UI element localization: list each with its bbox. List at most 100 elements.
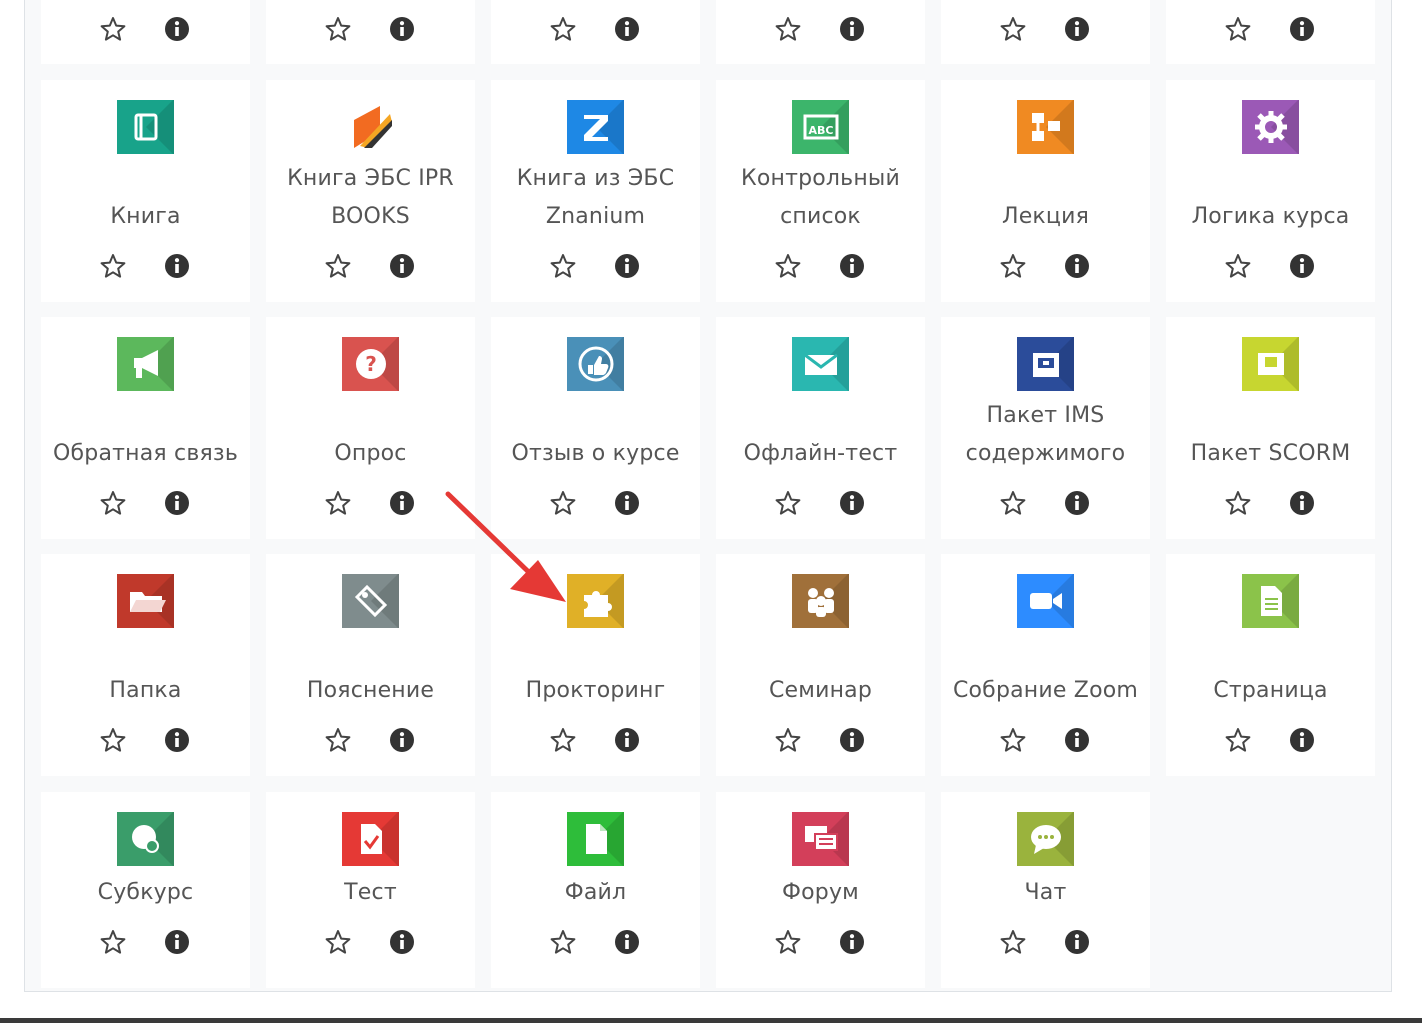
info-icon[interactable] [838, 928, 866, 956]
info-icon[interactable] [1063, 15, 1091, 43]
info-icon[interactable] [163, 928, 191, 956]
info-icon[interactable] [1063, 928, 1091, 956]
star-icon[interactable] [324, 252, 352, 280]
info-icon[interactable] [1063, 252, 1091, 280]
activity-tile[interactable]: ABC Контрольный список [716, 80, 925, 302]
star-icon[interactable] [324, 15, 352, 43]
star-icon[interactable] [774, 928, 802, 956]
activity-name: Опрос [334, 441, 407, 466]
tile-actions [716, 15, 925, 43]
info-icon[interactable] [1063, 726, 1091, 754]
star-icon[interactable] [1224, 15, 1252, 43]
info-icon[interactable] [163, 252, 191, 280]
info-icon[interactable] [613, 15, 641, 43]
activity-name: Прокторинг [525, 678, 666, 703]
info-icon[interactable] [388, 726, 416, 754]
activity-name: Контрольный список [741, 166, 900, 229]
info-icon[interactable] [613, 489, 641, 517]
star-icon[interactable] [549, 928, 577, 956]
star-icon[interactable] [324, 928, 352, 956]
activity-tile[interactable]: Субкурс [41, 792, 250, 988]
info-icon[interactable] [1288, 726, 1316, 754]
info-icon[interactable] [838, 15, 866, 43]
activity-tile[interactable]: Книга из ЭБС Znanium [491, 80, 700, 302]
star-icon[interactable] [774, 252, 802, 280]
tile-actions [266, 726, 475, 754]
star-icon[interactable] [324, 489, 352, 517]
star-icon[interactable] [774, 489, 802, 517]
star-icon[interactable] [1224, 252, 1252, 280]
star-icon[interactable] [99, 928, 127, 956]
star-icon[interactable] [774, 726, 802, 754]
star-icon[interactable] [999, 489, 1027, 517]
info-icon[interactable] [163, 726, 191, 754]
activity-tile[interactable]: ? Опрос [266, 317, 475, 539]
activity-tile-partial[interactable] [266, 0, 475, 64]
activity-tile-partial[interactable] [1166, 0, 1375, 64]
info-icon[interactable] [613, 252, 641, 280]
activity-tile[interactable]: Пакет SCORM [1166, 317, 1375, 539]
thumbs-up-icon [567, 337, 624, 391]
star-icon[interactable] [549, 726, 577, 754]
activity-tile[interactable]: Семинар [716, 554, 925, 776]
tile-actions [266, 15, 475, 43]
info-icon[interactable] [613, 726, 641, 754]
star-icon[interactable] [1224, 489, 1252, 517]
info-icon[interactable] [1288, 252, 1316, 280]
activity-tile[interactable]: Обратная связь [41, 317, 250, 539]
checklist-abc-icon: ABC [792, 100, 849, 154]
activity-tile[interactable]: Пояснение [266, 554, 475, 776]
activity-tile[interactable]: Тест [266, 792, 475, 988]
star-icon[interactable] [99, 726, 127, 754]
activity-tile[interactable]: Собрание Zoom [941, 554, 1150, 776]
star-icon[interactable] [1224, 726, 1252, 754]
info-icon[interactable] [613, 928, 641, 956]
info-icon[interactable] [163, 15, 191, 43]
activity-tile[interactable]: Папка [41, 554, 250, 776]
star-icon[interactable] [999, 15, 1027, 43]
info-icon[interactable] [1288, 15, 1316, 43]
info-icon[interactable] [1288, 489, 1316, 517]
star-icon[interactable] [999, 252, 1027, 280]
info-icon[interactable] [388, 252, 416, 280]
star-icon[interactable] [99, 252, 127, 280]
info-icon[interactable] [388, 15, 416, 43]
star-icon[interactable] [549, 15, 577, 43]
info-icon[interactable] [838, 726, 866, 754]
activity-tile[interactable]: Чат [941, 792, 1150, 988]
star-icon[interactable] [99, 489, 127, 517]
activity-tile[interactable]: Книга ЭБС IPR BOOKS [266, 80, 475, 302]
activity-tile[interactable]: Прокторинг [491, 554, 700, 776]
activity-tile[interactable]: Логика курса [1166, 80, 1375, 302]
activity-name: Обратная связь [53, 441, 238, 466]
activity-tile[interactable]: Книга [41, 80, 250, 302]
info-icon[interactable] [838, 489, 866, 517]
info-icon[interactable] [388, 489, 416, 517]
star-icon[interactable] [549, 489, 577, 517]
star-icon[interactable] [324, 726, 352, 754]
star-icon[interactable] [999, 726, 1027, 754]
activity-tile[interactable]: Файл [491, 792, 700, 988]
activity-tile[interactable]: Страница [1166, 554, 1375, 776]
info-icon[interactable] [163, 489, 191, 517]
file-icon [567, 812, 624, 866]
activity-tile[interactable]: Форум [716, 792, 925, 988]
activity-tile[interactable]: Отзыв о курсе [491, 317, 700, 539]
activity-tile[interactable]: Офлайн-тест [716, 317, 925, 539]
star-icon[interactable] [774, 15, 802, 43]
activity-tile-partial[interactable] [41, 0, 250, 64]
star-icon[interactable] [99, 15, 127, 43]
activity-tile[interactable]: Пакет IMS содержимого [941, 317, 1150, 539]
tile-actions [491, 489, 700, 517]
tile-actions [41, 928, 250, 956]
info-icon[interactable] [838, 252, 866, 280]
activity-tile[interactable]: Лекция [941, 80, 1150, 302]
activity-tile-partial[interactable] [716, 0, 925, 64]
info-icon[interactable] [1063, 489, 1091, 517]
star-icon[interactable] [549, 252, 577, 280]
info-icon[interactable] [388, 928, 416, 956]
forum-icon [792, 812, 849, 866]
activity-tile-partial[interactable] [941, 0, 1150, 64]
star-icon[interactable] [999, 928, 1027, 956]
activity-tile-partial[interactable] [491, 0, 700, 64]
